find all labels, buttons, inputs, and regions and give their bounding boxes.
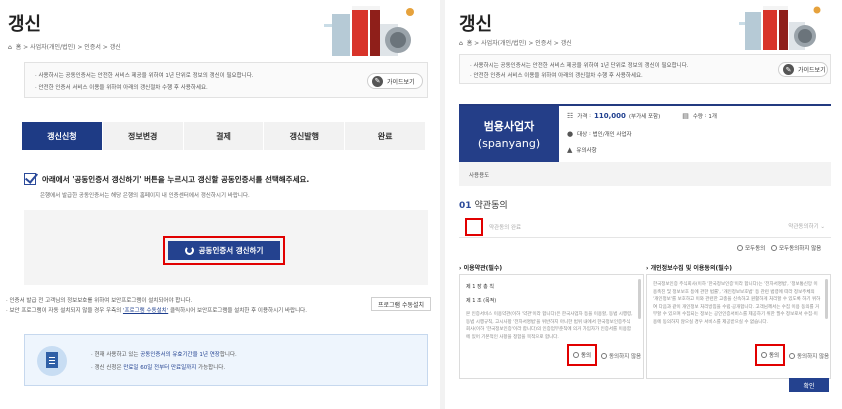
step-info-change: 정보변경 — [102, 122, 184, 150]
left-panel: 갱신 ⌂ 홈 > 사업자(개인/법인) > 인증서 > 갱신 · 사용하시는 공… — [0, 0, 438, 409]
person-icon: ● — [567, 130, 574, 138]
notice-line: · 안전한 인증서 서비스 이용을 위하여 아래의 갱신절차 수행 후 사용하세… — [35, 85, 208, 91]
install-note: · 보안 프로그램이 자동 설치되지 않을 경우 우측의 '프로그램 수동설치'… — [6, 308, 307, 314]
manual-install-button[interactable]: 프로그램 수동설치 — [371, 297, 431, 311]
info-line: · 현재 사용하고 있는 공동인증서의 유효기간을 1년 연장합니다. — [91, 352, 237, 358]
guide-button[interactable]: ✎ 가이드보기 — [778, 62, 828, 77]
scrollbar[interactable] — [825, 279, 828, 319]
breadcrumb-item[interactable]: 인증서 — [535, 40, 552, 47]
terms-box[interactable]: 제 1 장 총 칙 제 1 조 (목적) 본 인증서비스 이용약관(이하 '약관… — [459, 274, 644, 379]
renew-certificate-button[interactable]: 공동인증서 갱신하기 — [168, 241, 280, 260]
manual-install-link[interactable]: '프로그램 수동설치' — [123, 308, 168, 314]
certificate-summary: 범용사업자 (spanyang) ☷ 가격 :110,000 (부가세 포함) ▤… — [459, 104, 831, 186]
price-row: ☷ 가격 :110,000 (부가세 포함) ▤ 수량 : 1개 — [567, 112, 717, 120]
agree-all-label: 약관동의 완료 — [489, 225, 522, 231]
breadcrumb-item[interactable]: 인증서 — [84, 44, 101, 51]
all-agree-radio[interactable]: 모두동의 — [737, 244, 765, 252]
building-illustration — [739, 6, 821, 50]
terms-chapter: 제 1 장 총 칙 — [466, 284, 494, 290]
usage-row: 사용용도 — [459, 162, 831, 186]
guide-button-label: 가이드보기 — [387, 78, 415, 86]
breadcrumb-item[interactable]: 사업자(개인/법인) — [30, 44, 75, 51]
privacy-body: 한국정보인증 주식회사(이하 '한국정보인증'이라 합니다)는 '전자서명법',… — [653, 282, 821, 325]
breadcrumb: ⌂ 홈 > 사업자(개인/법인) > 인증서 > 갱신 — [459, 40, 572, 47]
document-icon — [37, 346, 67, 376]
terms-disagree-radio[interactable]: 동의하지 않음 — [601, 352, 641, 360]
info-line: · 갱신 신청은 만료일 60일 전부터 만료일까지 가능합니다. — [91, 365, 226, 371]
building-illustration — [324, 6, 414, 56]
breadcrumb-item[interactable]: 사업자(개인/법인) — [481, 40, 526, 47]
page-title: 갱신 — [8, 14, 42, 35]
home-icon[interactable]: ⌂ — [8, 44, 12, 51]
notice-box: · 사용하시는 공동인증서는 안전한 서비스 제공을 위하여 1년 단위로 정보… — [24, 62, 428, 98]
step-renew-request: 갱신신청 — [22, 122, 103, 150]
breadcrumb-item: 갱신 — [109, 44, 121, 51]
all-disagree-radio[interactable]: 모두동의하지 않음 — [771, 244, 821, 252]
install-note: · 인증서 발급 전 고객님의 정보보호를 위하여 보안프로그램이 설치되어야 … — [6, 298, 193, 304]
guide-icon: ✎ — [783, 64, 794, 75]
agree-expand[interactable]: 약관동의하기 ⌄ — [788, 222, 825, 230]
certificate-name: 범용사업자 — [483, 120, 535, 133]
step-bar: 갱신신청 정보변경 결제 갱신발행 완료 — [22, 122, 426, 150]
guide-button-label: 가이드보기 — [798, 67, 826, 74]
terms-agree-radio[interactable]: 동의 — [567, 344, 597, 366]
privacy-heading: › 개인정보수집 및 이용동의(필수) — [646, 265, 732, 272]
check-icon — [24, 173, 36, 185]
breadcrumb: ⌂ 홈 > 사업자(개인/법인) > 인증서 > 갱신 — [8, 44, 121, 51]
terms-body: 본 인증서비스 이용약관(이하 '약관'이라 합니다)은 한국사업자 등을 이용… — [466, 312, 633, 340]
caution-row: ▲ 유의사항 — [567, 146, 597, 154]
terms-article: 제 1 조 (목적) — [466, 298, 497, 304]
info-box: · 현재 사용하고 있는 공동인증서의 유효기간을 1년 연장합니다. · 갱신… — [24, 334, 428, 386]
refresh-icon — [184, 246, 194, 255]
certificate-card: 범용사업자 (spanyang) — [459, 106, 559, 162]
target-row: ● 대상 : 법인/개인 사업자 — [567, 130, 632, 138]
privacy-disagree-radio[interactable]: 동의하지 않음 — [789, 352, 829, 360]
confirm-button[interactable]: 확인 — [789, 378, 829, 392]
notice-box: · 사용하시는 공동인증서는 안전한 서비스 제공을 위하여 1년 단위로 정보… — [459, 54, 831, 84]
guide-icon: ✎ — [372, 75, 383, 87]
scrollbar[interactable] — [638, 279, 641, 319]
agree-all-row[interactable]: 약관동의 완료 약관동의하기 ⌄ — [459, 214, 831, 238]
select-title: 아래에서 '공동인증서 갱신하기' 버튼을 누르시고 갱신할 공동인증서를 선택… — [24, 173, 309, 185]
page-title: 갱신 — [459, 14, 493, 35]
privacy-agree-radio[interactable]: 동의 — [755, 344, 785, 366]
step-renew-issue: 갱신발행 — [264, 122, 346, 150]
panel-divider — [440, 0, 445, 409]
select-subtitle: 은행에서 발급한 공동인증서는 해당 은행의 홈페이지 내 인증센터에서 갱신하… — [40, 193, 250, 199]
agree-all-checkbox[interactable] — [465, 218, 483, 236]
section-title: 01 약관동의 — [459, 201, 508, 211]
breadcrumb-item[interactable]: 홈 — [16, 44, 22, 51]
warning-icon: ▲ — [567, 146, 573, 154]
notice-line: · 사용하시는 공동인증서는 안전한 서비스 제공을 위하여 1년 단위로 정보… — [470, 63, 689, 69]
price-icon: ☷ — [567, 112, 574, 120]
notice-line: · 사용하시는 공동인증서는 안전한 서비스 제공을 위하여 1년 단위로 정보… — [35, 73, 254, 79]
right-panel: 갱신 ⌂ 홈 > 사업자(개인/법인) > 인증서 > 갱신 · 사용하시는 공… — [447, 0, 842, 409]
renew-button-label: 공동인증서 갱신하기 — [198, 246, 264, 255]
breadcrumb-item[interactable]: 홈 — [467, 40, 473, 47]
terms-heading: › 이용약관(필수) — [459, 265, 503, 272]
guide-button[interactable]: ✎ 가이드보기 — [367, 73, 423, 89]
count-icon: ▤ — [682, 112, 689, 120]
home-icon[interactable]: ⌂ — [459, 40, 463, 47]
step-complete: 완료 — [345, 122, 426, 150]
certificate-id: (spanyang) — [477, 137, 541, 150]
select-title-text: 아래에서 '공동인증서 갱신하기' 버튼을 누르시고 갱신할 공동인증서를 선택… — [42, 174, 310, 184]
step-payment: 결제 — [183, 122, 265, 150]
renew-highlight: 공동인증서 갱신하기 — [163, 236, 285, 265]
privacy-box[interactable]: 한국정보인증 주식회사(이하 '한국정보인증'이라 합니다)는 '전자서명법',… — [646, 274, 831, 379]
breadcrumb-item: 갱신 — [560, 40, 572, 47]
notice-line: · 안전한 인증서 서비스 이용을 위하여 아래의 갱신절차 수행 후 사용하세… — [470, 73, 643, 79]
